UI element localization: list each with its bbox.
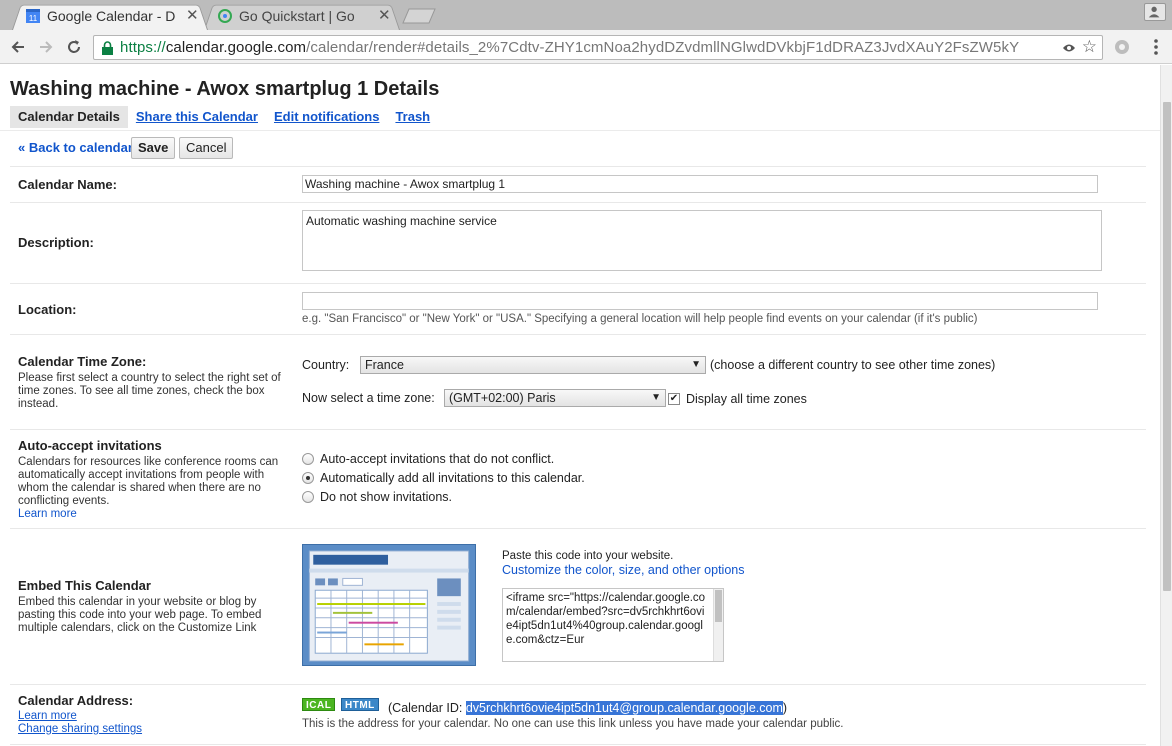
timezone-select-label: Now select a time zone: [302, 391, 435, 405]
tab-calendar-details[interactable]: Calendar Details [10, 106, 128, 128]
url-text: https://calendar.google.com/calendar/ren… [120, 39, 1020, 56]
embed-code-textarea[interactable]: <iframe src="https://calendar.google.com… [502, 588, 724, 662]
divider [10, 528, 1146, 529]
address-learn-more-link[interactable]: Learn more [18, 710, 290, 723]
radio-do-not-show[interactable] [302, 491, 314, 503]
radio-auto-accept-no-conflict-label: Auto-accept invitations that do not conf… [320, 452, 555, 466]
country-note: (choose a different country to see other… [710, 358, 996, 372]
description-textarea[interactable]: Automatic washing machine service [302, 210, 1102, 271]
svg-text:11: 11 [29, 14, 38, 23]
dropdown-arrow-icon: ▼ [651, 392, 661, 403]
divider [10, 202, 1146, 203]
calendar-id-text: (Calendar ID: dv5rchkhrt6ovie4ipt5dn1ut4… [388, 701, 788, 715]
divider [10, 166, 1146, 167]
browser-tab-go-quickstart[interactable]: Go Quickstart | Go ✕ [204, 2, 400, 30]
back-arrow-icon[interactable] [8, 37, 28, 57]
tab-edit-notifications[interactable]: Edit notifications [266, 106, 387, 128]
auto-accept-learn-more-link[interactable]: Learn more [18, 508, 290, 521]
tab-title: Go Quickstart | Go [239, 8, 355, 24]
calendar-favicon-icon: 11 [26, 9, 40, 23]
timezone-label: Calendar Time Zone: [18, 354, 147, 369]
divider [10, 283, 1146, 284]
calendar-address-label: Calendar Address: [18, 693, 134, 708]
tracking-eye-icon[interactable] [1062, 41, 1076, 55]
google-developers-favicon-icon [218, 9, 232, 23]
calendar-id-value[interactable]: dv5rchkhrt6ovie4ipt5dn1ut4@group.calenda… [465, 701, 783, 715]
tab-title: Google Calendar - D [47, 8, 176, 24]
new-tab-icon[interactable] [402, 8, 436, 24]
divider [10, 684, 1146, 685]
timezone-description: Please first select a country to select … [18, 372, 281, 410]
cancel-button[interactable]: Cancel [179, 137, 234, 159]
details-tabs: Calendar Details Share this Calendar Edi… [10, 106, 438, 128]
bookmark-star-icon[interactable]: ☆ [1082, 37, 1097, 57]
save-button[interactable]: Save [131, 137, 176, 159]
embed-paste-text: Paste this code into your website. [502, 550, 674, 562]
close-tab-icon[interactable]: ✕ [378, 3, 391, 29]
calendar-name-label: Calendar Name: [18, 177, 117, 192]
divider [10, 744, 1146, 745]
embed-code-scrollbar[interactable] [713, 589, 723, 661]
dropdown-arrow-icon: ▼ [691, 359, 701, 370]
scrollbar-thumb[interactable] [1163, 102, 1171, 591]
browser-tab-calendar[interactable]: 11 Google Calendar - D ✕ [12, 2, 208, 30]
country-label: Country: [302, 358, 350, 372]
change-sharing-settings-link[interactable]: Change sharing settings [18, 723, 290, 736]
tab-share-calendar[interactable]: Share this Calendar [128, 106, 266, 128]
embedded-calendar-preview-image [302, 544, 476, 666]
display-all-timezones-label: Display all time zones [686, 392, 807, 406]
browser-titlebar: 11 Google Calendar - D ✕ Go Quickstart |… [0, 0, 1172, 30]
auto-accept-description: Calendars for resources like conference … [18, 456, 290, 521]
display-all-timezones-checkbox[interactable]: ✔ [668, 393, 680, 405]
divider [10, 334, 1146, 335]
ical-badge-button[interactable]: ICAL [302, 698, 336, 711]
calendar-name-input[interactable]: Washing machine - Awox smartplug 1 [302, 175, 1098, 193]
calendar-address-note: This is the address for your calendar. N… [302, 718, 844, 730]
location-input[interactable] [302, 292, 1098, 310]
browser-toolbar: https://calendar.google.com/calendar/ren… [0, 30, 1172, 64]
forward-arrow-icon[interactable] [36, 37, 56, 57]
customize-embed-link[interactable]: Customize the color, size, and other opt… [502, 563, 745, 577]
radio-auto-accept-no-conflict[interactable] [302, 453, 314, 465]
page-scrollbar[interactable] [1160, 65, 1172, 746]
radio-add-all-invitations-label: Automatically add all invitations to thi… [320, 471, 585, 485]
radio-do-not-show-label: Do not show invitations. [320, 490, 453, 504]
tabs-divider [0, 130, 1160, 131]
tab-trash[interactable]: Trash [387, 106, 438, 128]
embed-label: Embed This Calendar [18, 578, 151, 593]
back-to-calendar-link[interactable]: « Back to calendar [18, 140, 133, 155]
radio-add-all-invitations[interactable] [302, 472, 314, 484]
location-hint: e.g. "San Francisco" or "New York" or "U… [302, 313, 978, 325]
extension-icon[interactable] [1113, 38, 1131, 56]
reload-icon[interactable] [64, 37, 84, 57]
timezone-select[interactable]: (GMT+02:00) Paris ▼ [444, 389, 666, 407]
location-label: Location: [18, 302, 77, 317]
close-tab-icon[interactable]: ✕ [186, 3, 199, 29]
description-label: Description: [18, 235, 94, 250]
html-badge-button[interactable]: HTML [341, 698, 379, 711]
secure-lock-icon [102, 41, 113, 55]
embed-description: Embed this calendar in your website or b… [18, 596, 262, 634]
auto-accept-label: Auto-accept invitations [18, 438, 162, 453]
page-title: Washing machine - Awox smartplug 1 Detai… [10, 78, 440, 100]
country-select[interactable]: France ▼ [360, 356, 706, 374]
browser-menu-icon[interactable] [1148, 38, 1164, 56]
user-profile-icon[interactable] [1144, 3, 1166, 21]
address-bar[interactable]: https://calendar.google.com/calendar/ren… [93, 35, 1103, 60]
divider [10, 429, 1146, 430]
